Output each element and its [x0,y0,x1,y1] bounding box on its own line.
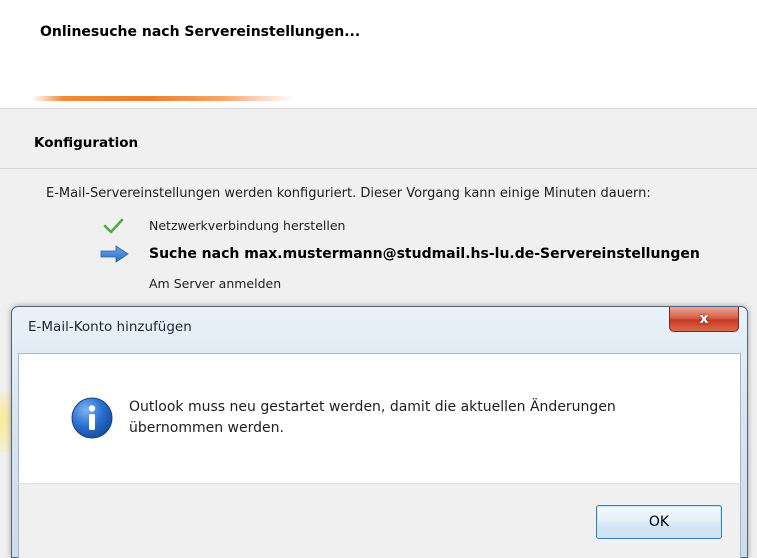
config-title: Konfiguration [34,135,139,151]
close-button[interactable]: x [669,307,739,332]
step-label: Netzwerkverbindung herstellen [149,218,346,233]
dialog-footer: OK [18,483,741,558]
step-label: Am Server anmelden [149,276,282,291]
dialog-body: Outlook muss neu gestartet werden, damit… [18,353,741,484]
config-section-header: Konfiguration [0,116,757,169]
ok-button[interactable]: OK [596,505,722,539]
progress-bar [32,96,294,101]
wizard-heading: Onlinesuche nach Servereinstellungen... [40,24,361,40]
step-label: Suche nach max.mustermann@studmail.hs-lu… [149,246,700,262]
dialog-message: Outlook muss neu gestartet werden, damit… [129,399,616,436]
dialog-title: E-Mail-Konto hinzufügen [28,319,192,335]
checkmark-icon [100,216,130,236]
info-icon [70,396,114,440]
close-icon: x [699,311,709,327]
wizard-header: Onlinesuche nach Servereinstellungen... [0,0,757,109]
message-dialog: E-Mail-Konto hinzufügen x Outlook muss n… [11,306,748,558]
config-description: E-Mail-Servereinstellungen werden konfig… [46,186,651,201]
arrow-right-icon [100,244,130,264]
